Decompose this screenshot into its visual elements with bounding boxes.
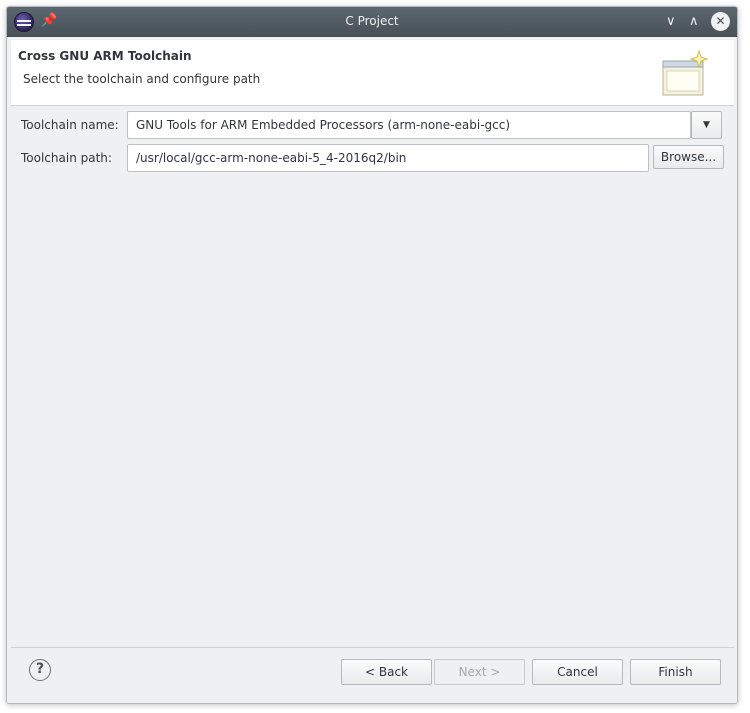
cancel-button[interactable]: Cancel xyxy=(532,659,623,685)
chevron-up-icon[interactable]: ∧ xyxy=(689,12,699,32)
toolchain-name-label: Toolchain name: xyxy=(21,118,119,132)
window-title: C Project xyxy=(345,14,399,28)
wizard-banner: Cross GNU ARM Toolchain Select the toolc… xyxy=(11,40,734,106)
next-button[interactable]: Next > xyxy=(434,659,525,685)
back-button[interactable]: < Back xyxy=(341,659,432,685)
chevron-down-icon[interactable]: ∨ xyxy=(666,12,676,32)
toolchain-name-combo[interactable]: GNU Tools for ARM Embedded Processors (a… xyxy=(127,111,691,139)
close-icon[interactable]: ✕ xyxy=(711,12,730,31)
page-title: Cross GNU ARM Toolchain xyxy=(18,49,192,63)
page-subtitle: Select the toolchain and configure path xyxy=(23,72,261,86)
footer-divider xyxy=(11,647,734,648)
dialog-window: 📌 C Project ∨ ∧ ✕ Cross GNU ARM Toolchai… xyxy=(6,6,738,704)
title-bar[interactable]: 📌 C Project ∨ ∧ ✕ xyxy=(7,7,737,37)
toolchain-path-label: Toolchain path: xyxy=(21,151,112,165)
chevron-down-icon[interactable]: ▼ xyxy=(691,111,722,139)
wizard-banner-icon xyxy=(662,49,709,96)
help-icon[interactable]: ? xyxy=(29,659,51,681)
finish-button[interactable]: Finish xyxy=(630,659,721,685)
browse-button[interactable]: Browse... xyxy=(653,145,724,169)
toolchain-path-input[interactable]: /usr/local/gcc-arm-none-eabi-5_4-2016q2/… xyxy=(127,144,649,172)
